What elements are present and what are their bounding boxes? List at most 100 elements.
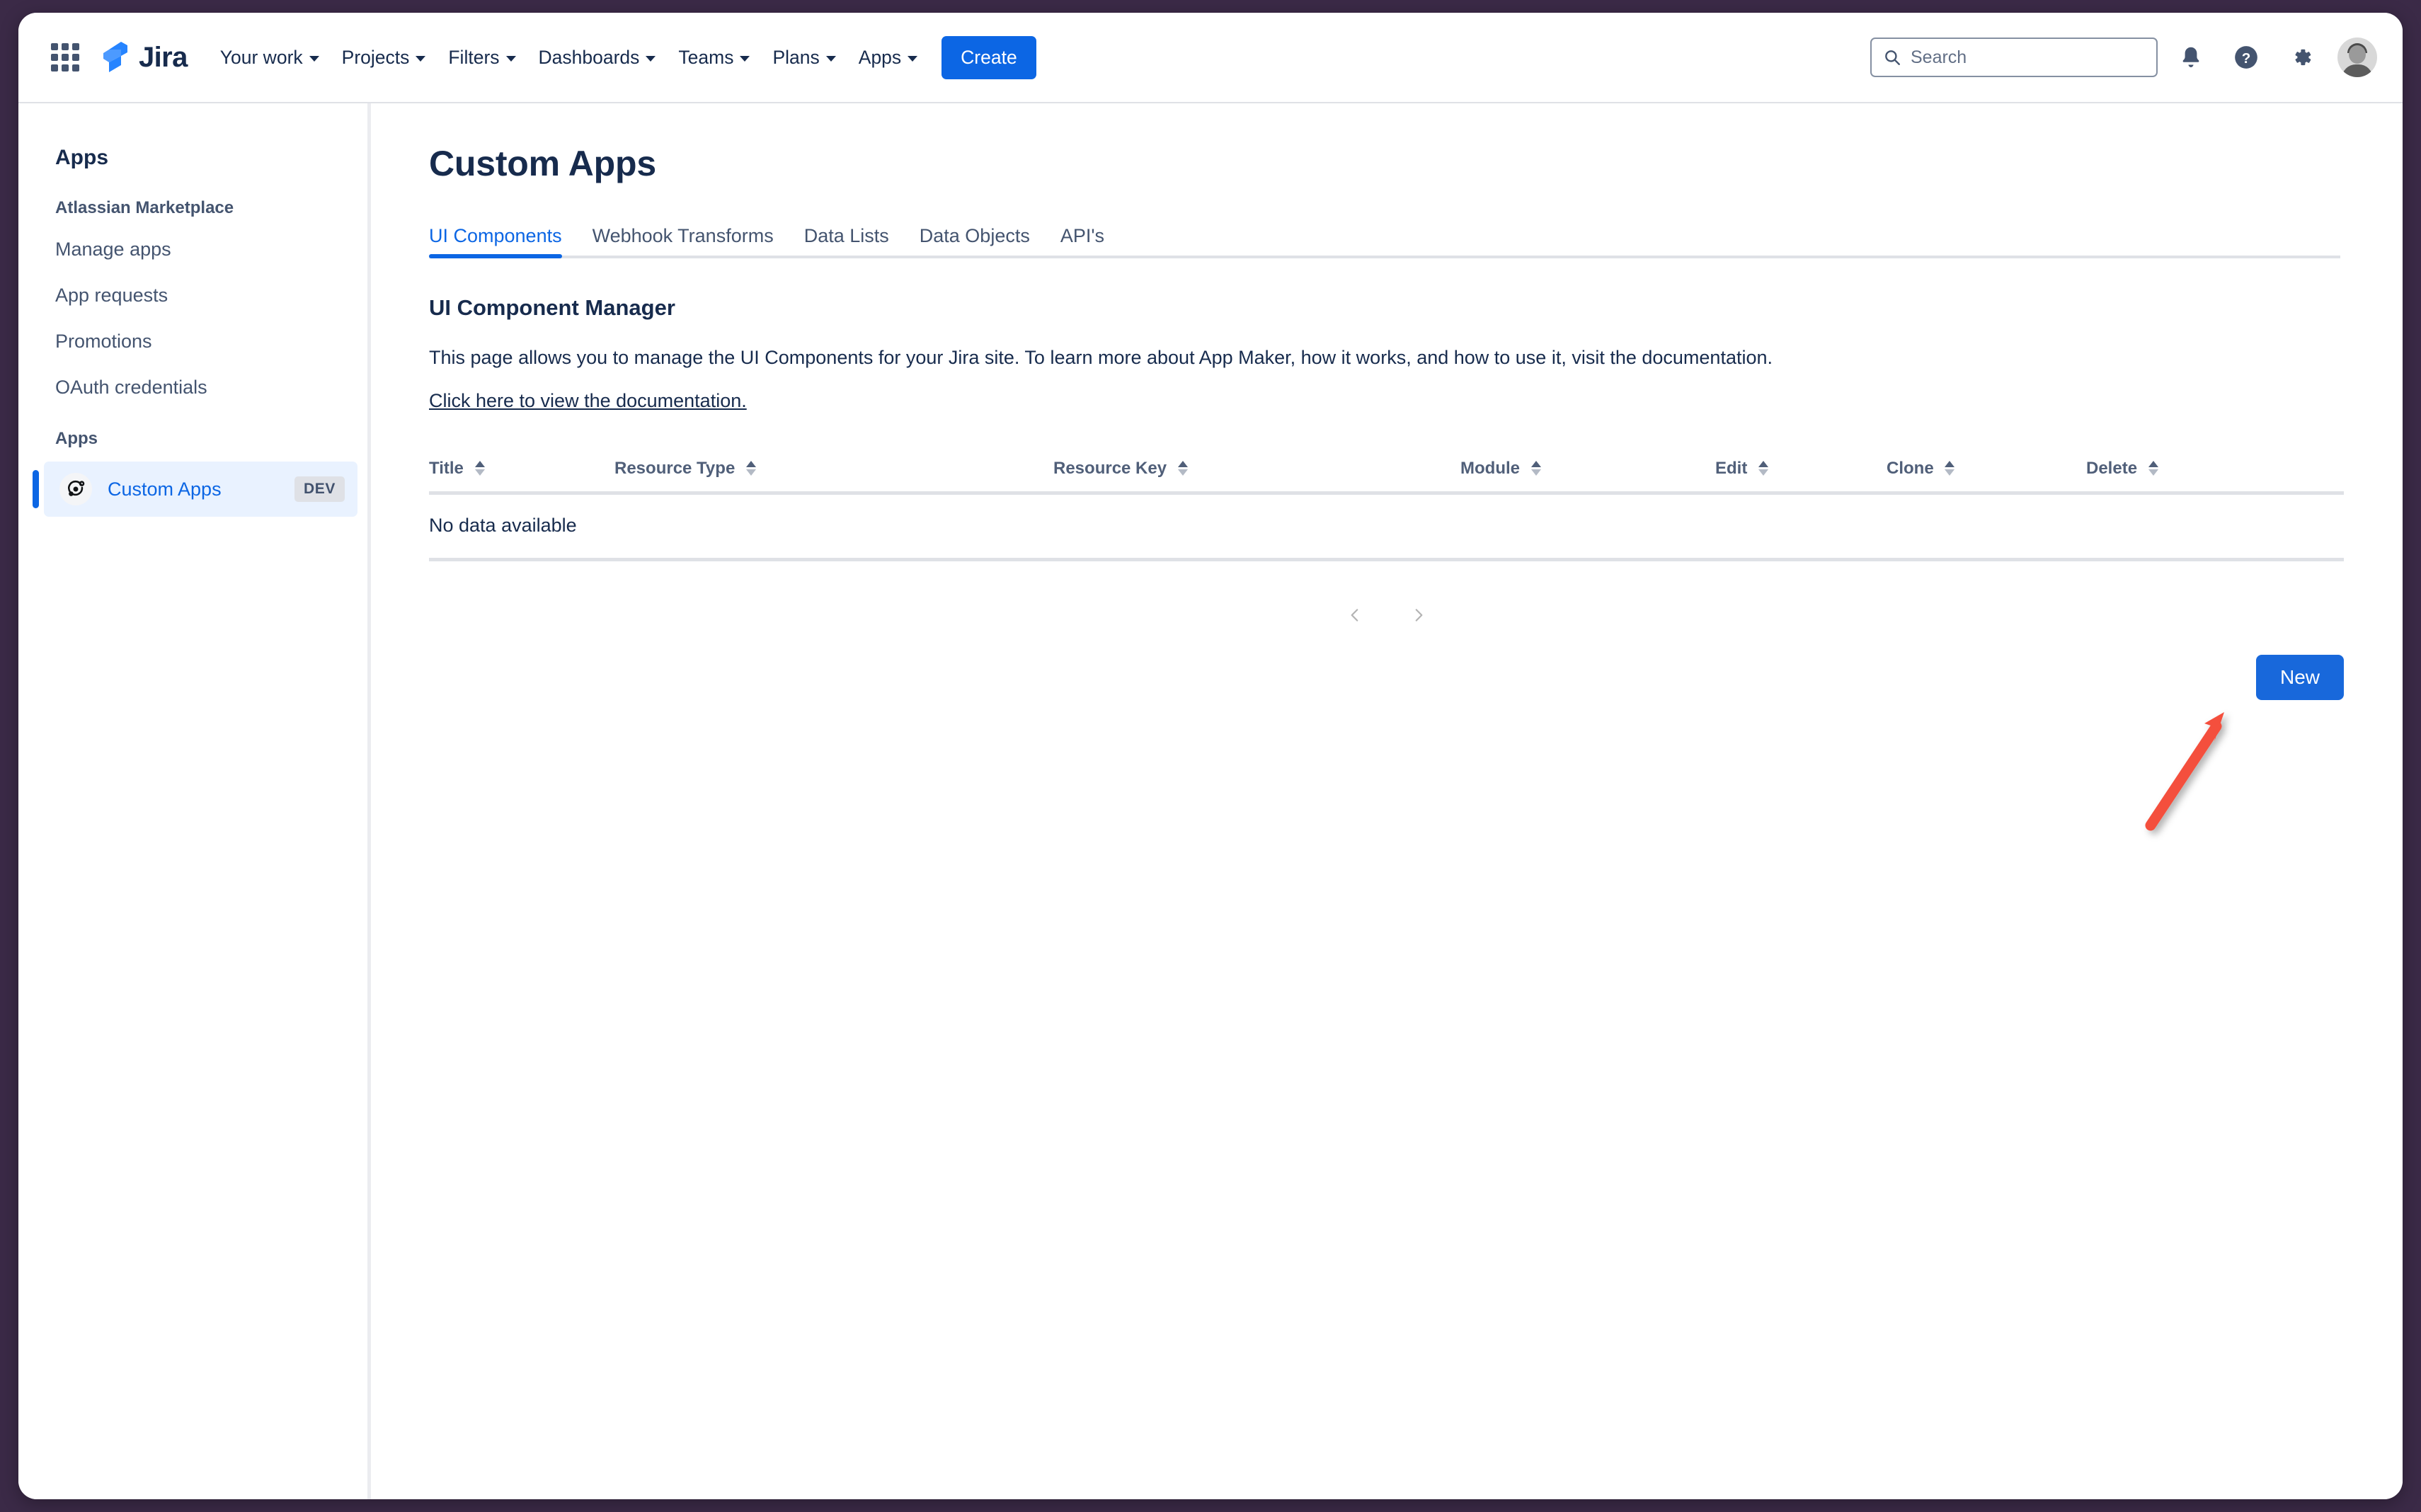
sort-icon[interactable] — [474, 460, 485, 476]
tab-webhook-transforms[interactable]: Webhook Transforms — [593, 225, 774, 258]
primary-nav-items: Your work Projects Filters Dashboards Te… — [209, 35, 1036, 79]
sort-desc-icon — [1758, 469, 1768, 476]
section-title: UI Component Manager — [429, 295, 675, 320]
tab-data-objects[interactable]: Data Objects — [920, 225, 1030, 258]
sidebar-item-promotions[interactable]: Promotions — [18, 319, 367, 365]
page-body: Apps Atlassian Marketplace Manage apps A… — [18, 103, 2403, 1499]
nav-item-plans[interactable]: Plans — [761, 37, 847, 79]
sort-icon[interactable] — [1758, 460, 1768, 476]
user-avatar[interactable] — [2337, 38, 2377, 77]
create-button[interactable]: Create — [942, 35, 1036, 79]
gear-icon[interactable] — [2279, 35, 2323, 79]
grid-apps-icon[interactable] — [47, 39, 84, 76]
search-input[interactable] — [1911, 47, 2145, 68]
table-header-label: Edit — [1715, 459, 1748, 479]
sort-icon[interactable] — [1177, 460, 1188, 476]
table-header-delete[interactable]: Delete — [2086, 449, 2344, 496]
sidebar-item-manage-apps[interactable]: Manage apps — [18, 227, 367, 273]
grid-dot — [72, 64, 79, 71]
table-header-row: Title Resource Type Resource Key Module … — [429, 449, 2344, 496]
custom-apps-icon — [59, 473, 92, 505]
chevron-left-icon[interactable] — [1339, 600, 1370, 631]
status-badge-dev: DEV — [294, 476, 345, 502]
table-header-edit[interactable]: Edit — [1715, 449, 1887, 496]
sort-desc-icon — [1945, 469, 1955, 476]
sort-asc-icon — [1758, 460, 1768, 467]
grid-dot — [51, 64, 58, 71]
nav-item-apps[interactable]: Apps — [847, 37, 929, 79]
sort-desc-icon — [745, 469, 756, 476]
tab-apis[interactable]: API's — [1060, 225, 1104, 258]
gear-glyph — [2295, 49, 2311, 66]
tab-data-lists[interactable]: Data Lists — [804, 225, 889, 258]
nav-item-filters[interactable]: Filters — [437, 37, 527, 79]
section-description: This page allows you to manage the UI Co… — [429, 347, 1773, 368]
chevron-down-icon — [309, 56, 319, 62]
chevron-down-icon — [646, 56, 656, 62]
grid-dot — [72, 43, 79, 50]
chevron-down-icon — [825, 56, 836, 62]
nav-item-label: Teams — [678, 46, 734, 68]
sort-asc-icon — [1177, 460, 1188, 467]
nav-item-your-work[interactable]: Your work — [209, 37, 331, 79]
sort-icon[interactable] — [745, 460, 756, 476]
bell-glyph — [2182, 47, 2199, 67]
chevron-down-icon — [740, 56, 750, 62]
nav-left-cluster: Jira Your work Projects Filters Dashboar… — [47, 35, 1036, 79]
documentation-link[interactable]: Click here to view the documentation. — [429, 390, 747, 412]
table-header-resource-type[interactable]: Resource Type — [614, 449, 1053, 496]
jira-logo-text: Jira — [139, 42, 188, 73]
grid-dot — [72, 54, 79, 61]
nav-item-label: Apps — [858, 46, 902, 68]
ui-components-table: Title Resource Type Resource Key Module … — [429, 449, 2344, 562]
sort-asc-icon — [1945, 460, 1955, 467]
table-header-label: Clone — [1887, 459, 1934, 479]
table-actions-row: New — [429, 655, 2344, 701]
sidebar-group-label-apps: Apps — [55, 429, 98, 448]
bell-icon[interactable] — [2169, 35, 2213, 79]
browser-window: Jira Your work Projects Filters Dashboar… — [18, 13, 2403, 1499]
chevron-left-glyph — [1351, 609, 1358, 622]
chevron-right-glyph — [1415, 609, 1422, 622]
table-header-title[interactable]: Title — [429, 449, 614, 496]
tab-ui-components[interactable]: UI Components — [429, 225, 562, 258]
table-header-label: Delete — [2086, 459, 2138, 479]
sidebar-item-app-requests[interactable]: App requests — [18, 273, 367, 319]
sidebar-item-custom-apps[interactable]: Custom Apps DEV — [33, 462, 357, 517]
help-circle-icon[interactable]: ? — [2224, 35, 2268, 79]
jira-home-logo[interactable]: Jira — [99, 40, 188, 74]
sort-desc-icon — [1530, 469, 1541, 476]
sort-asc-icon — [745, 460, 756, 467]
sidebar: Apps Atlassian Marketplace Manage apps A… — [18, 103, 371, 1499]
sort-icon[interactable] — [1530, 460, 1541, 476]
nav-item-label: Projects — [341, 46, 410, 68]
sort-icon[interactable] — [1945, 460, 1955, 476]
chevron-down-icon — [416, 56, 426, 62]
sort-desc-icon — [1177, 469, 1188, 476]
table-header-label: Module — [1460, 459, 1520, 479]
sort-desc-icon — [474, 469, 485, 476]
grid-dot — [62, 54, 69, 61]
nav-item-label: Your work — [219, 46, 303, 68]
table-header-resource-key[interactable]: Resource Key — [1053, 449, 1460, 496]
chevron-down-icon — [908, 56, 918, 62]
grid-dot — [62, 43, 69, 50]
nav-item-label: Filters — [448, 46, 500, 68]
sidebar-item-oauth-credentials[interactable]: OAuth credentials — [18, 365, 367, 411]
grid-dot — [51, 54, 58, 61]
table-header-clone[interactable]: Clone — [1887, 449, 2086, 496]
table-header-module[interactable]: Module — [1460, 449, 1715, 496]
sidebar-item-label: Custom Apps — [108, 478, 222, 500]
top-navigation-bar: Jira Your work Projects Filters Dashboar… — [18, 13, 2403, 103]
table-empty-message: No data available — [429, 493, 2344, 562]
nav-item-projects[interactable]: Projects — [331, 37, 437, 79]
sort-icon[interactable] — [2148, 460, 2158, 476]
nav-item-dashboards[interactable]: Dashboards — [527, 37, 668, 79]
sidebar-group-label-marketplace: Atlassian Marketplace — [55, 198, 234, 217]
avatar-body — [2342, 64, 2373, 77]
new-button[interactable]: New — [2255, 655, 2344, 701]
nav-item-teams[interactable]: Teams — [667, 37, 761, 79]
search-box[interactable] — [1870, 38, 2158, 77]
jira-mark-icon — [103, 42, 127, 72]
chevron-right-icon[interactable] — [1403, 600, 1434, 631]
